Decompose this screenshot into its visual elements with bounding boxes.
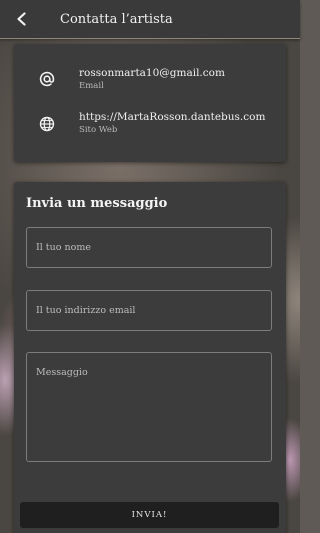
email-input[interactable] (26, 290, 272, 331)
globe-icon (38, 115, 56, 133)
at-sign-icon (38, 70, 56, 88)
contact-email-label: Email (79, 81, 104, 91)
top-app-bar: Contatta l’artista (0, 0, 300, 38)
page-title: Contatta l’artista (60, 11, 173, 27)
chevron-left-icon (17, 12, 26, 26)
form-title: Invia un messaggio (26, 196, 168, 211)
message-textarea[interactable] (26, 352, 272, 462)
name-input[interactable] (26, 227, 272, 268)
contact-website-value: https://MartaRosson.dantebus.com (79, 111, 266, 123)
back-button[interactable] (0, 0, 44, 38)
contact-website-label: Sito Web (79, 125, 118, 135)
message-form-card: Invia un messaggio (14, 182, 286, 533)
contact-info-card: rossonmarta10@gmail.com Email https://Ma… (14, 44, 286, 162)
send-button[interactable]: INVIA! (20, 502, 279, 528)
contact-email-value: rossonmarta10@gmail.com (79, 67, 225, 79)
